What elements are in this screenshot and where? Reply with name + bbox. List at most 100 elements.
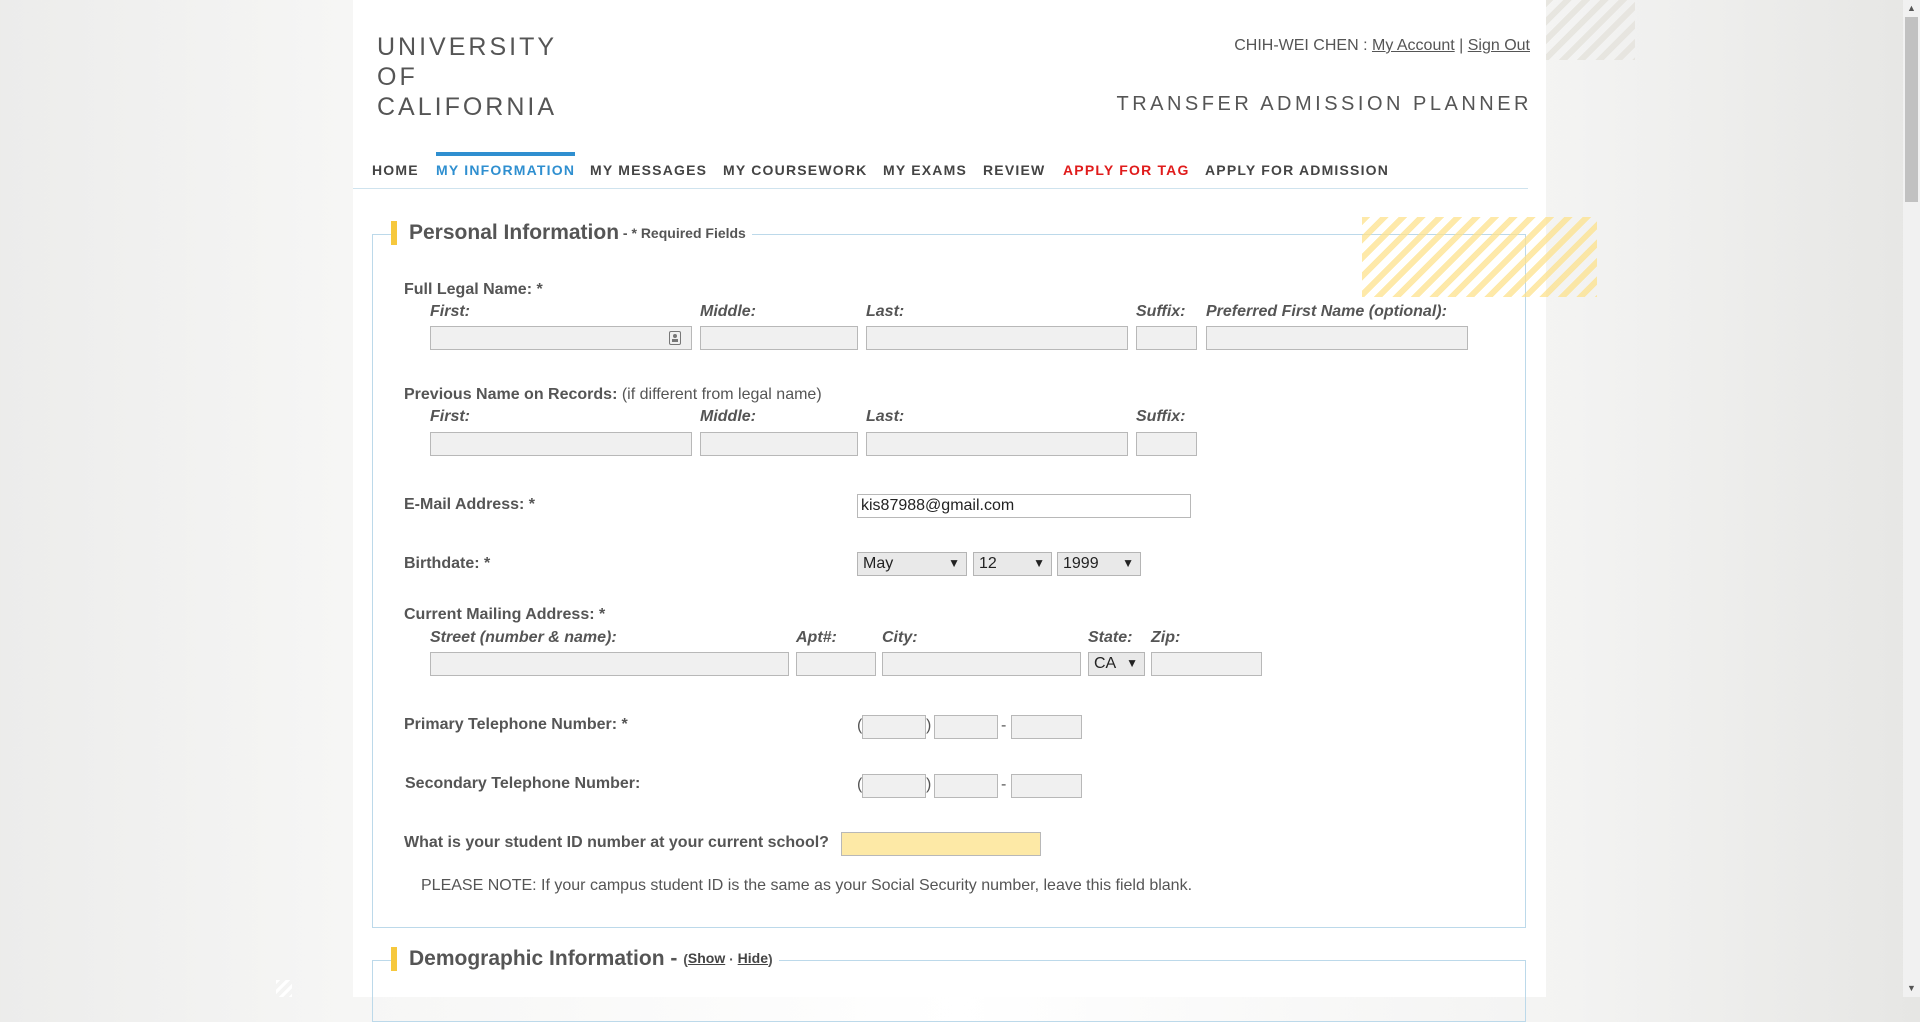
nav-apply-for-tag[interactable]: APPLY FOR TAG bbox=[1063, 160, 1190, 178]
primary-line-input[interactable] bbox=[1011, 715, 1082, 739]
previous-middle-input[interactable] bbox=[700, 432, 858, 456]
primary-area-code-input[interactable] bbox=[862, 715, 926, 739]
legend-dash: - bbox=[664, 947, 684, 970]
section-title: Personal Information bbox=[409, 221, 620, 244]
birth-day-value: 12 bbox=[979, 555, 997, 572]
logo-line: OF bbox=[377, 63, 418, 91]
primary-prefix-input[interactable] bbox=[934, 715, 998, 739]
zip-input[interactable] bbox=[1151, 652, 1262, 676]
secondary-prefix-input[interactable] bbox=[934, 774, 998, 798]
nav-home[interactable]: HOME bbox=[372, 160, 419, 178]
preferred-name-input[interactable] bbox=[1206, 326, 1468, 350]
section-legend: Personal Information - * Required Fields bbox=[391, 221, 752, 245]
nav-apply-for-admission[interactable]: APPLY FOR ADMISSION bbox=[1205, 160, 1389, 178]
city-label: City: bbox=[882, 629, 918, 646]
account-bar: CHIH-WEI CHEN : My Account | Sign Out bbox=[1234, 37, 1530, 55]
dash: - bbox=[1001, 717, 1007, 734]
chevron-down-icon: ▼ bbox=[1033, 556, 1045, 570]
street-input[interactable] bbox=[430, 652, 789, 676]
main-nav: HOME MY INFORMATION MY MESSAGES MY COURS… bbox=[353, 150, 1528, 189]
arrow-up-icon[interactable]: ▲ bbox=[1903, 0, 1920, 17]
previous-name-label: Previous Name on Records: (if different … bbox=[404, 386, 822, 404]
paren: ) bbox=[768, 951, 773, 967]
chevron-down-icon: ▼ bbox=[1126, 656, 1138, 670]
decorative-stripes bbox=[1545, 0, 1635, 60]
legend-bar bbox=[391, 947, 397, 971]
street-label: Street (number & name): bbox=[430, 629, 617, 646]
hide-link[interactable]: Hide bbox=[738, 950, 768, 966]
show-link[interactable]: Show bbox=[688, 950, 725, 966]
scrollbar-thumb[interactable] bbox=[1905, 17, 1918, 202]
birthdate-label: Birthdate: * bbox=[404, 555, 491, 572]
decorative-mark bbox=[276, 980, 292, 997]
legend-dash: - bbox=[619, 225, 632, 241]
birth-month-select[interactable]: May ▼ bbox=[857, 552, 967, 576]
full-legal-name-label: Full Legal Name: * bbox=[404, 281, 543, 298]
chevron-down-icon: ▼ bbox=[1122, 556, 1134, 570]
previous-first-input[interactable] bbox=[430, 432, 692, 456]
apt-label: Apt#: bbox=[796, 629, 837, 646]
paren-close: ) bbox=[926, 776, 932, 793]
zip-label: Zip: bbox=[1151, 629, 1181, 646]
email-label: E-Mail Address: * bbox=[404, 496, 535, 513]
legend-bar bbox=[391, 221, 397, 245]
city-input[interactable] bbox=[882, 652, 1081, 676]
state-value: CA bbox=[1094, 655, 1117, 672]
contact-card-icon[interactable] bbox=[669, 331, 681, 345]
secondary-phone-label: Secondary Telephone Number: bbox=[405, 775, 641, 792]
middle-name-input[interactable] bbox=[700, 326, 858, 350]
student-id-note: PLEASE NOTE: If your campus student ID i… bbox=[421, 877, 1193, 894]
email-input[interactable] bbox=[857, 494, 1191, 518]
preferred-name-label: Preferred First Name (optional): bbox=[1206, 303, 1447, 320]
previous-first-label: First: bbox=[430, 408, 470, 425]
nav-my-information[interactable]: MY INFORMATION bbox=[436, 152, 576, 178]
last-name-label: Last: bbox=[866, 303, 905, 320]
previous-middle-label: Middle: bbox=[700, 408, 756, 425]
birth-month-value: May bbox=[863, 555, 894, 572]
required-note: * Required Fields bbox=[631, 225, 746, 241]
last-name-input[interactable] bbox=[866, 326, 1128, 350]
arrow-down-icon[interactable]: ▼ bbox=[1903, 980, 1920, 997]
page-container: UNIVERSITY OF CALIFORNIA CHIH-WEI CHEN :… bbox=[353, 0, 1546, 1022]
logo-line: CALIFORNIA bbox=[377, 93, 558, 121]
dot-separator: · bbox=[725, 951, 738, 967]
section-legend: Demographic Information - (Show · Hide) bbox=[391, 947, 779, 971]
suffix-input[interactable] bbox=[1136, 326, 1197, 350]
university-logo: UNIVERSITY OF CALIFORNIA bbox=[377, 32, 557, 122]
paren-close: ) bbox=[926, 717, 932, 734]
mailing-address-label: Current Mailing Address: * bbox=[404, 606, 606, 623]
logo-line: UNIVERSITY bbox=[377, 33, 558, 61]
birth-year-value: 1999 bbox=[1063, 555, 1099, 572]
separator: | bbox=[1454, 37, 1468, 54]
sign-out-link[interactable]: Sign Out bbox=[1468, 37, 1530, 54]
state-select[interactable]: CA ▼ bbox=[1088, 652, 1145, 676]
student-id-input[interactable] bbox=[841, 832, 1041, 856]
previous-last-label: Last: bbox=[866, 408, 905, 425]
previous-suffix-label: Suffix: bbox=[1136, 408, 1186, 425]
birth-year-select[interactable]: 1999 ▼ bbox=[1057, 552, 1141, 576]
nav-my-coursework[interactable]: MY COURSEWORK bbox=[723, 160, 867, 178]
chevron-down-icon: ▼ bbox=[948, 556, 960, 570]
birth-day-select[interactable]: 12 ▼ bbox=[973, 552, 1052, 576]
apt-input[interactable] bbox=[796, 652, 876, 676]
student-id-label: What is your student ID number at your c… bbox=[404, 834, 829, 851]
user-name: CHIH-WEI CHEN bbox=[1234, 37, 1359, 54]
primary-phone-label: Primary Telephone Number: * bbox=[404, 716, 628, 733]
secondary-area-code-input[interactable] bbox=[862, 774, 926, 798]
vertical-scrollbar[interactable]: ▲ ▼ bbox=[1903, 0, 1920, 997]
first-name-input[interactable] bbox=[430, 326, 692, 350]
app-title: TRANSFER ADMISSION PLANNER bbox=[1116, 93, 1532, 115]
previous-name-label-text: Previous Name on Records: bbox=[404, 386, 618, 403]
middle-name-label: Middle: bbox=[700, 303, 756, 320]
secondary-line-input[interactable] bbox=[1011, 774, 1082, 798]
nav-my-messages[interactable]: MY MESSAGES bbox=[590, 160, 707, 178]
my-account-link[interactable]: My Account bbox=[1372, 37, 1455, 54]
suffix-label: Suffix: bbox=[1136, 303, 1186, 320]
nav-review[interactable]: REVIEW bbox=[983, 160, 1045, 178]
demographic-information-section: Demographic Information - (Show · Hide) bbox=[372, 947, 1526, 1022]
nav-my-exams[interactable]: MY EXAMS bbox=[883, 160, 967, 178]
first-name-label: First: bbox=[430, 303, 470, 320]
previous-name-note: (if different from legal name) bbox=[617, 386, 822, 403]
previous-suffix-input[interactable] bbox=[1136, 432, 1197, 456]
previous-last-input[interactable] bbox=[866, 432, 1128, 456]
